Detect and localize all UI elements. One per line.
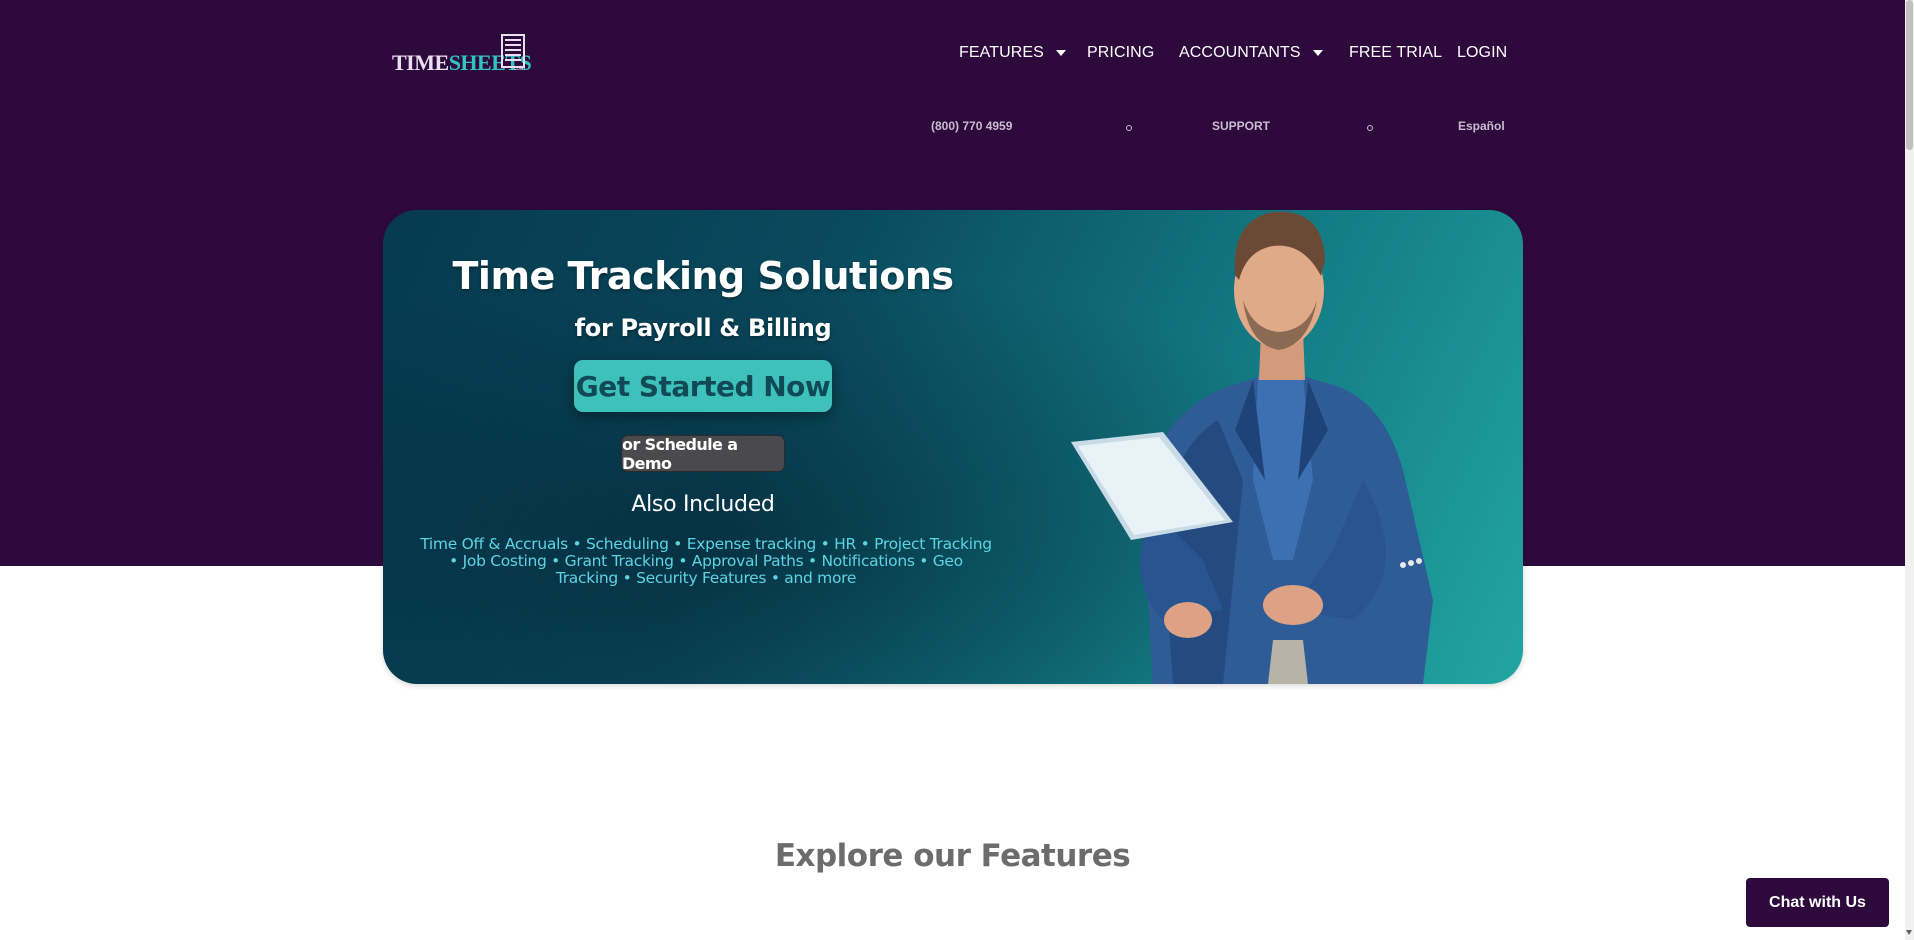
nav-pricing-label: PRICING (1087, 44, 1155, 61)
nav-pricing[interactable]: PRICING (1087, 44, 1154, 62)
get-started-button[interactable]: Get Started Now (574, 360, 832, 412)
hero-subtitle: for Payroll & Billing (574, 314, 832, 342)
support-link[interactable]: SUPPORT (1212, 119, 1270, 133)
main-nav: FEATURES PRICING ACCOUNTANTS FREE TRIAL … (0, 44, 1914, 66)
nav-login-label: LOGIN (1457, 44, 1508, 61)
nav-login[interactable]: LOGIN (1457, 44, 1507, 62)
logo-dotcom: .com (512, 66, 526, 72)
scroll-down-arrow-icon[interactable] (1906, 930, 1912, 935)
also-included-title: Also Included (631, 492, 775, 517)
caret-down-icon (1055, 50, 1066, 56)
nav-features-label: FEATURES (959, 44, 1044, 61)
hero-title: Time Tracking Solutions (452, 254, 955, 298)
also-included-list: Time Off & Accruals • Scheduling • Expen… (420, 535, 992, 587)
circle-bullet-icon (1367, 125, 1373, 131)
page-scrollbar[interactable] (1905, 0, 1914, 940)
page: TIMESHEETS .com FEATURES PRICING ACCOUNT… (0, 0, 1914, 940)
phone-link[interactable]: (800) 770 4959 (931, 119, 1012, 133)
caret-down-icon (1312, 50, 1323, 56)
circle-bullet-icon (1126, 125, 1132, 131)
language-link[interactable]: Español (1458, 119, 1505, 133)
nav-accountants[interactable]: ACCOUNTANTS (1179, 44, 1323, 62)
businessman-with-tablet-photo (1071, 211, 1433, 684)
schedule-demo-button[interactable]: or Schedule a Demo (621, 435, 785, 473)
nav-features[interactable]: FEATURES (959, 44, 1066, 62)
chat-with-us-button[interactable]: Chat with Us (1746, 878, 1889, 927)
nav-free-trial[interactable]: FREE TRIAL (1349, 44, 1442, 62)
hero-banner: Time Tracking Solutions for Payroll & Bi… (383, 210, 1523, 684)
nav-accountants-label: ACCOUNTANTS (1179, 44, 1301, 61)
nav-free-trial-label: FREE TRIAL (1349, 44, 1443, 61)
explore-features-heading: Explore our Features (774, 838, 1131, 874)
scrollbar-thumb[interactable] (1906, 0, 1913, 150)
